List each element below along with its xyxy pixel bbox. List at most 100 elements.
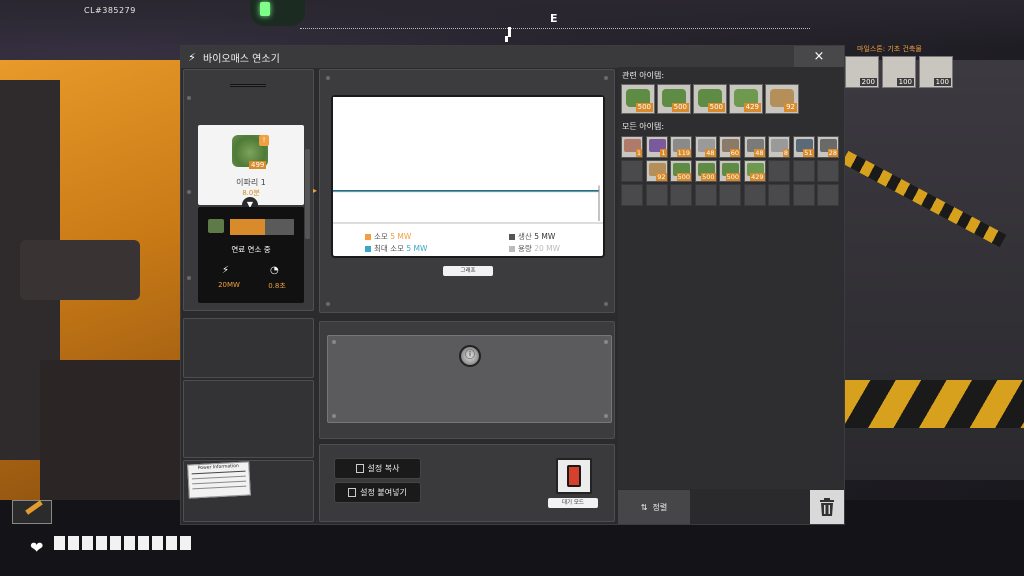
- inventory-slot[interactable]: [792, 160, 815, 182]
- related-item-slot[interactable]: 500: [621, 84, 655, 114]
- build-slot-beam[interactable]: 100: [882, 56, 916, 88]
- related-item-slot[interactable]: 92: [765, 84, 799, 114]
- legend-max-consumption: 최대 소모 5 MW: [365, 243, 427, 254]
- inventory-slot[interactable]: 500: [719, 160, 741, 182]
- trash-icon: [820, 498, 834, 516]
- heart-icon: ❤: [30, 538, 44, 557]
- inventory-slot[interactable]: 60: [719, 136, 741, 158]
- health-segment: [124, 536, 135, 550]
- item-count: 1: [635, 149, 642, 157]
- inventory-slot[interactable]: [694, 184, 717, 206]
- power-bolt-icon: ⚡: [188, 50, 196, 64]
- compass: E: [300, 12, 810, 42]
- item-count: 500: [707, 103, 725, 112]
- related-item-slot[interactable]: 429: [729, 84, 763, 114]
- related-item-slot[interactable]: 500: [693, 84, 727, 114]
- orange-machine: [0, 60, 185, 500]
- item-count: 51: [803, 149, 814, 157]
- build-tray-title: 마일스톤: 기초 건축물: [857, 45, 922, 53]
- inventory-slot[interactable]: [817, 160, 839, 182]
- item-count: 500: [676, 173, 691, 181]
- graph-button[interactable]: 그래프: [443, 266, 493, 276]
- health-segment: [82, 536, 93, 550]
- fuel-slot[interactable]: ! 499 이파리 1 8.0분 ▼: [198, 125, 304, 213]
- inventory-slot[interactable]: [768, 160, 790, 182]
- window-title: 바이오매스 연소기: [203, 53, 280, 65]
- all-items-title: 모든 아이템:: [622, 122, 665, 131]
- burn-status-text: 연료 연소 중: [231, 245, 271, 254]
- machine-indicator-light: [250, 0, 305, 26]
- inventory-slot[interactable]: 92: [645, 160, 668, 182]
- compass-heading: E: [550, 12, 558, 25]
- standby-toggle-switch[interactable]: [556, 458, 592, 494]
- burn-status-box: 연료 연소 중 ⚡ ◔ 20MW 0.8초: [198, 207, 304, 303]
- health-segment: [180, 536, 191, 550]
- item-count: 500: [701, 173, 716, 181]
- related-item-slot[interactable]: 500: [657, 84, 691, 114]
- fuel-name: 이파리 1: [236, 178, 266, 187]
- hazard-stripes: [845, 380, 1024, 428]
- window-titlebar: ⚡ 바이오매스 연소기 ×: [181, 46, 844, 68]
- inventory-slot[interactable]: 1: [645, 136, 668, 158]
- inventory-slot[interactable]: [670, 184, 692, 206]
- power-information-card[interactable]: Power Information: [187, 461, 251, 499]
- lock-icon: !: [259, 135, 269, 146]
- legend-consumption: 소모 5 MW: [365, 231, 411, 242]
- paste-settings-button[interactable]: 설정 붙여넣기: [334, 482, 421, 503]
- fuel-scrollbar[interactable]: [305, 149, 310, 239]
- inventory-slot[interactable]: [743, 184, 766, 206]
- milestone-build-tray: 마일스톤: 기초 건축물 200 100 100: [845, 44, 993, 94]
- inventory-slot[interactable]: [768, 184, 790, 206]
- item-count: 500: [635, 103, 653, 112]
- build-slot-foundation[interactable]: 200: [845, 56, 879, 88]
- inventory-slot[interactable]: 429: [743, 160, 766, 182]
- trash-button[interactable]: [810, 490, 844, 524]
- related-items-title: 관련 아이템:: [622, 71, 665, 80]
- close-button[interactable]: ×: [794, 46, 844, 68]
- health-segment: [166, 536, 177, 550]
- inventory-slot[interactable]: 48: [694, 136, 717, 158]
- plot-area: [333, 97, 603, 223]
- item-count: 48: [754, 149, 765, 157]
- left-lower-panel-1: [183, 318, 314, 378]
- sort-button[interactable]: ⇅ 정렬: [618, 490, 690, 524]
- left-lower-panel-2: [183, 380, 314, 458]
- equipped-tool-slot: [12, 500, 52, 524]
- power-graph: 소모 5 MW 최대 소모 5 MW 생산 5 MW 용량 20 MW: [331, 95, 605, 258]
- item-count: 429: [750, 173, 765, 181]
- burn-time-value: 0.8초: [268, 282, 286, 290]
- build-slot-pipe[interactable]: 100: [919, 56, 953, 88]
- inventory-slot[interactable]: [645, 184, 668, 206]
- inventory-slot[interactable]: 28: [817, 136, 839, 158]
- health-bar: [54, 528, 191, 550]
- inventory-slot[interactable]: 1: [621, 136, 643, 158]
- inventory-slot[interactable]: [719, 184, 741, 206]
- inventory-slot[interactable]: [621, 160, 643, 182]
- item-count: 8: [782, 149, 789, 157]
- fuel-panel-content: ! 499 이파리 1 8.0분 ▼ 연료 연소 중 ⚡ ◔ 20MW 0.8초: [183, 69, 314, 311]
- inventory-slot[interactable]: 500: [694, 160, 717, 182]
- inventory-slot[interactable]: 8: [768, 136, 790, 158]
- timer-icon: ◔: [270, 265, 279, 276]
- legend-production: 생산 5 MW: [509, 231, 555, 242]
- health-segment: [54, 536, 65, 550]
- inventory-slot[interactable]: 500: [670, 160, 692, 182]
- inventory-slot[interactable]: 119: [670, 136, 692, 158]
- inventory-slot[interactable]: 51: [792, 136, 815, 158]
- switch-lever: [567, 465, 581, 487]
- item-count: 28: [827, 149, 838, 157]
- power-bolt-icon: ⚡: [222, 265, 230, 276]
- inventory-slot[interactable]: [817, 184, 839, 206]
- health-segment: [68, 536, 79, 550]
- item-count: 500: [671, 103, 689, 112]
- item-count: 429: [743, 103, 761, 112]
- fuel-count: 499: [249, 161, 267, 169]
- inventory-slot[interactable]: [621, 184, 643, 206]
- standby-power-knob[interactable]: ⓘ: [459, 345, 481, 367]
- item-count: 1: [660, 149, 667, 157]
- inventory-slot[interactable]: 48: [743, 136, 766, 158]
- paste-icon: [348, 488, 357, 497]
- inventory-slot[interactable]: [792, 184, 815, 206]
- copy-settings-button[interactable]: 설정 복사: [334, 458, 421, 479]
- health-segment: [152, 536, 163, 550]
